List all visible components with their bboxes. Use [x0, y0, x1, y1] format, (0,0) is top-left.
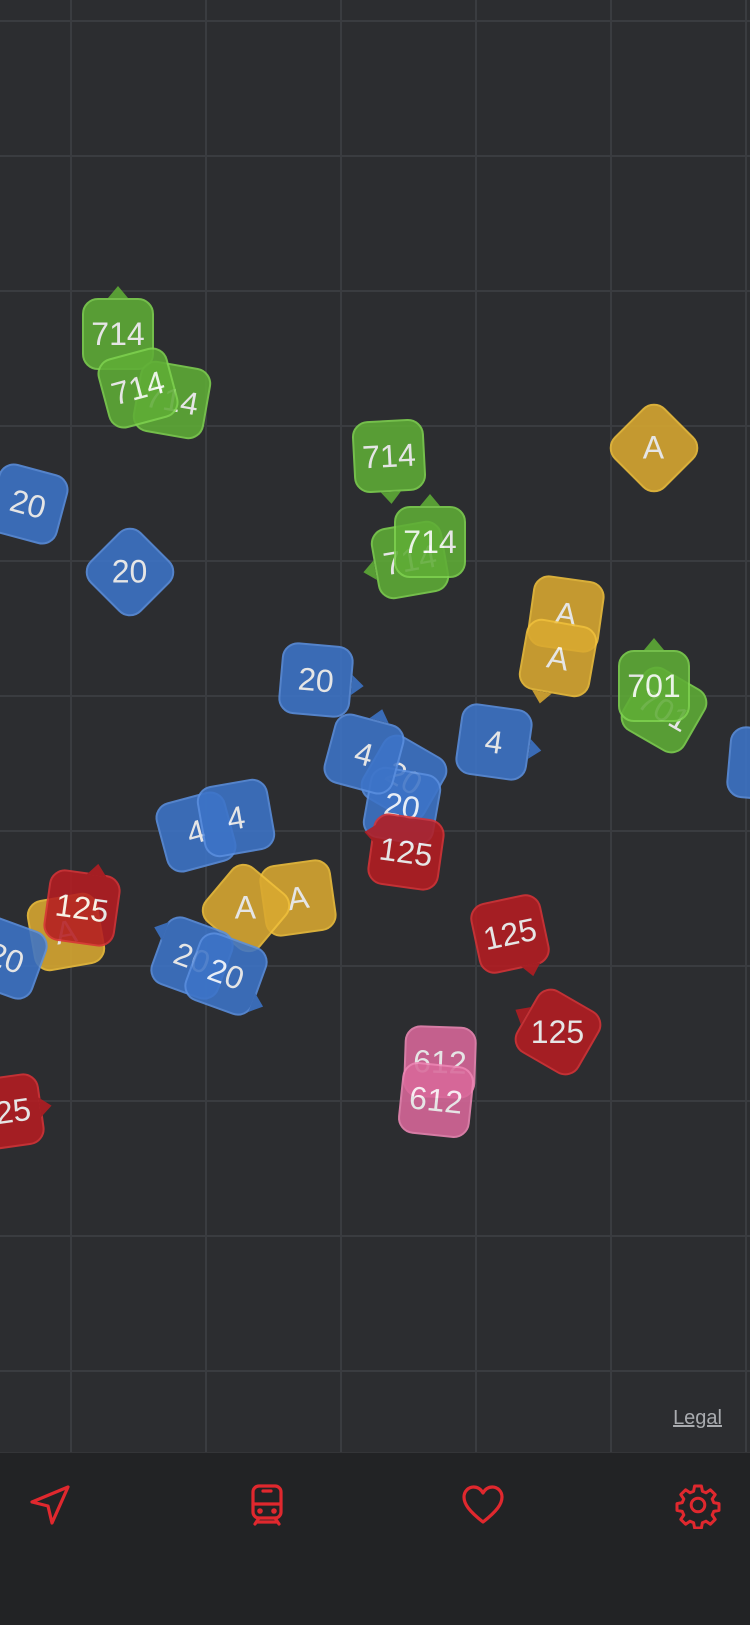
vehicle-line-label: 4: [482, 722, 506, 761]
vehicle-line-label: 4: [350, 733, 378, 774]
vehicle-line-label: 701: [627, 667, 681, 704]
vehicle-marker[interactable]: 20: [276, 640, 365, 720]
vehicle-line-label: A: [544, 637, 572, 678]
tab-location[interactable]: [20, 1477, 80, 1537]
vehicle-line-label: 4: [224, 798, 248, 837]
vehicle-marker[interactable]: [724, 724, 750, 804]
vehicle-line-label: 125: [377, 829, 436, 874]
vehicle-line-label: 714: [91, 315, 145, 352]
train-icon: [243, 1481, 291, 1534]
vehicle-marker[interactable]: 20: [0, 459, 73, 549]
vehicle-line-label: 125: [480, 910, 540, 957]
legal-link[interactable]: Legal: [673, 1407, 722, 1430]
vehicle-marker[interactable]: 714: [351, 418, 427, 505]
vehicle-line-label: A: [235, 889, 257, 926]
vehicle-line-label: 20: [203, 950, 250, 997]
vehicle-marker[interactable]: 714: [394, 494, 466, 578]
vehicle-line-label: A: [643, 429, 665, 466]
vehicle-marker[interactable]: 125: [508, 982, 608, 1082]
vehicle-line-label: 20: [0, 934, 30, 981]
vehicle-marker[interactable]: 125: [362, 811, 447, 893]
tab-favorites[interactable]: [453, 1477, 513, 1537]
vehicle-marker[interactable]: A: [516, 616, 600, 706]
vehicle-marker[interactable]: 20: [79, 521, 181, 623]
navigation-arrow-icon: [26, 1481, 74, 1534]
vehicle-line-label: 714: [403, 523, 457, 560]
vehicle-marker[interactable]: 25: [0, 1071, 53, 1153]
vehicle-marker[interactable]: 4: [194, 776, 278, 860]
transit-map[interactable]: 714 714 714 714 714 714 A 20 20 A A 701: [0, 0, 750, 1452]
vehicle-line-label: 25: [0, 1090, 33, 1131]
tab-bar: [0, 1452, 750, 1625]
vehicle-line-label: 714: [361, 436, 417, 475]
gear-icon: [674, 1481, 722, 1534]
vehicle-marker[interactable]: 701: [618, 638, 690, 722]
vehicle-line-label: 125: [531, 1013, 585, 1050]
vehicle-line-label: 20: [296, 660, 336, 699]
vehicle-line-label: 20: [6, 481, 50, 526]
heart-icon: [459, 1481, 507, 1534]
vehicle-marker[interactable]: 125: [41, 862, 123, 949]
vehicle-line-label: 20: [112, 553, 148, 590]
vehicle-marker[interactable]: 4: [453, 701, 543, 783]
tab-settings[interactable]: [668, 1477, 728, 1537]
vehicle-marker[interactable]: A: [603, 397, 705, 499]
vehicle-line-label: 714: [107, 363, 169, 412]
vehicle-marker[interactable]: 612: [396, 1060, 476, 1140]
vehicle-line-label: 125: [53, 885, 112, 930]
vehicle-marker[interactable]: 125: [467, 891, 553, 979]
tab-departures[interactable]: [237, 1477, 297, 1537]
vehicle-line-label: 612: [407, 1078, 465, 1121]
